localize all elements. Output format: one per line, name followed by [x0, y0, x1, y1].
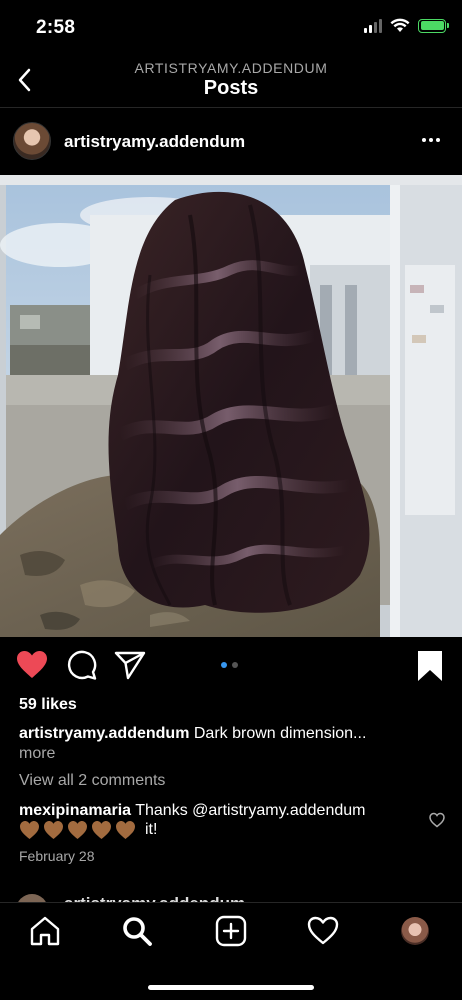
- post-actions: [0, 648, 462, 688]
- nav-subtitle: ARTISTRYAMY.ADDENDUM: [134, 60, 328, 76]
- tab-new-post[interactable]: [215, 915, 247, 947]
- view-all-comments-link[interactable]: View all 2 comments: [19, 772, 165, 790]
- comment-text-tail: it!: [145, 821, 158, 838]
- tab-profile[interactable]: [399, 915, 431, 947]
- post-username[interactable]: artistryamy.addendum: [64, 132, 245, 152]
- status-icons: [364, 18, 449, 33]
- post-photo: [0, 175, 462, 637]
- save-button[interactable]: [416, 650, 444, 687]
- more-dot-icon: [436, 138, 440, 142]
- brown-heart-emoji-icon: [92, 821, 111, 839]
- add-post-icon: [215, 915, 247, 947]
- activity-heart-icon: [307, 916, 339, 945]
- post-avatar[interactable]: [13, 122, 51, 160]
- heart-filled-icon: [17, 651, 47, 678]
- post-date: February 28: [19, 848, 95, 864]
- status-time: 2:58: [36, 17, 76, 38]
- carousel-dot-active: [221, 662, 227, 668]
- home-icon: [30, 916, 60, 946]
- brown-heart-emoji-icon: [116, 821, 135, 839]
- tab-home[interactable]: [29, 915, 61, 947]
- share-button[interactable]: [114, 650, 146, 685]
- more-dot-icon: [429, 138, 433, 142]
- comment-button[interactable]: [66, 650, 97, 685]
- bookmark-filled-icon: [418, 651, 442, 681]
- bottom-tab-bar: [0, 902, 462, 1000]
- brown-heart-emoji-icon: [44, 821, 63, 839]
- nav-header: ARTISTRYAMY.ADDENDUM Posts: [0, 56, 462, 108]
- search-icon: [123, 917, 152, 946]
- caption-username[interactable]: artistryamy.addendum: [19, 725, 189, 742]
- tab-search[interactable]: [121, 915, 153, 947]
- cellular-signal-icon: [364, 18, 382, 33]
- tab-activity[interactable]: [307, 915, 339, 947]
- comment-emoji-row: it!: [19, 820, 157, 840]
- comment-text: Thanks @artistryamy.addendum: [135, 802, 366, 819]
- post-header: artistryamy.addendum: [0, 118, 462, 168]
- likes-count[interactable]: 59 likes: [19, 696, 77, 714]
- more-dot-icon: [422, 138, 426, 142]
- post-image[interactable]: [0, 175, 462, 637]
- like-comment-button[interactable]: [429, 812, 445, 828]
- battery-icon: [418, 18, 449, 33]
- heart-outline-icon: [429, 812, 445, 828]
- profile-avatar: [401, 917, 429, 945]
- page-title: Posts: [203, 77, 259, 99]
- status-bar: 2:58: [0, 0, 462, 56]
- comment-bubble-icon: [67, 650, 97, 680]
- home-indicator[interactable]: [148, 985, 314, 990]
- wifi-icon: [390, 18, 410, 32]
- caption: artistryamy.addendum Dark brown dimensio…: [19, 724, 439, 744]
- caption-text: Dark brown dimension...: [193, 725, 367, 742]
- carousel-dot: [232, 662, 238, 668]
- carousel-indicator: [221, 662, 238, 668]
- like-button[interactable]: [16, 650, 48, 685]
- share-paper-plane-icon: [114, 651, 146, 680]
- brown-heart-emoji-icon: [68, 821, 87, 839]
- comment-username[interactable]: mexipinamaria: [19, 802, 131, 819]
- more-options-button[interactable]: [422, 130, 444, 150]
- caption-more-link[interactable]: more: [19, 745, 55, 763]
- brown-heart-emoji-icon: [20, 821, 39, 839]
- comment: mexipinamaria Thanks @artistryamy.addend…: [19, 800, 419, 822]
